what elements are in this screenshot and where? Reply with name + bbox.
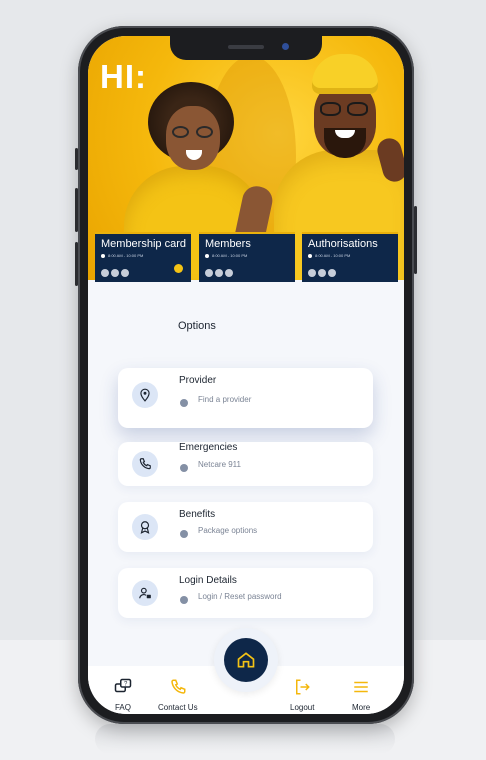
tile-meta: 8:00 AM - 10:00 PM bbox=[101, 253, 143, 258]
nav-faq[interactable]: ? FAQ bbox=[114, 678, 132, 712]
check-icon bbox=[174, 264, 183, 273]
bullet-icon bbox=[180, 399, 188, 407]
tile-title: Membership card bbox=[101, 238, 186, 250]
phone-frame: HI: Membership card 8:00 AM - 10:00 PM M… bbox=[75, 26, 417, 724]
option-title: Provider bbox=[179, 375, 217, 386]
option-subtitle: Login / Reset password bbox=[198, 592, 282, 601]
location-pin-icon bbox=[132, 382, 158, 408]
tile-dots bbox=[205, 264, 235, 282]
nav-faq-label: FAQ bbox=[114, 703, 131, 712]
mute-switch bbox=[75, 148, 78, 170]
phone-screen: HI: Membership card 8:00 AM - 10:00 PM M… bbox=[88, 36, 404, 714]
phone-icon bbox=[132, 451, 158, 477]
home-icon bbox=[237, 652, 255, 668]
person-left-face bbox=[166, 106, 220, 170]
phone-reflection bbox=[95, 724, 395, 754]
tile-authorisations[interactable]: Authorisations 8:00 AM - 10:00 PM bbox=[302, 232, 398, 282]
tile-dots bbox=[101, 264, 131, 282]
nav-more-label: More bbox=[352, 703, 371, 712]
option-subtitle: Package options bbox=[198, 526, 258, 535]
contact-phone-icon bbox=[171, 679, 186, 694]
tile-dots bbox=[308, 264, 338, 282]
tile-title: Members bbox=[205, 238, 251, 250]
nav-more[interactable]: More bbox=[352, 678, 370, 712]
option-login-details[interactable]: Login Details Login / Reset password bbox=[118, 568, 373, 618]
bullet-icon bbox=[180, 530, 188, 538]
option-subtitle: Find a provider bbox=[198, 395, 252, 404]
summary-tiles: Membership card 8:00 AM - 10:00 PM Membe… bbox=[88, 232, 404, 282]
power-button bbox=[414, 206, 417, 274]
nav-contact-label: Contact Us bbox=[158, 703, 198, 712]
volume-down-button bbox=[75, 242, 78, 286]
option-benefits[interactable]: Benefits Package options bbox=[118, 502, 373, 552]
notch bbox=[170, 36, 322, 60]
option-title: Login Details bbox=[179, 575, 237, 586]
volume-up-button bbox=[75, 188, 78, 232]
nav-logout-label: Logout bbox=[290, 703, 315, 712]
person-right-hat bbox=[312, 54, 378, 94]
badge-icon bbox=[132, 514, 158, 540]
bullet-icon bbox=[180, 464, 188, 472]
logout-icon bbox=[296, 679, 311, 695]
option-title: Emergencies bbox=[179, 442, 238, 453]
option-title: Benefits bbox=[179, 509, 216, 520]
tile-meta: 8:00 AM - 10:00 PM bbox=[308, 253, 350, 258]
front-camera bbox=[282, 43, 289, 50]
options-heading: Options bbox=[178, 320, 216, 332]
tile-meta: 8:00 AM - 10:00 PM bbox=[205, 253, 247, 258]
user-lock-icon bbox=[132, 580, 158, 606]
person-right-glasses bbox=[320, 102, 370, 116]
greeting-text: HI: bbox=[100, 58, 147, 95]
option-emergencies[interactable]: Emergencies Netcare 911 bbox=[118, 442, 373, 486]
speaker bbox=[228, 45, 264, 49]
person-left-glasses bbox=[172, 126, 216, 138]
faq-icon: ? bbox=[114, 678, 132, 693]
option-provider[interactable]: Provider Find a provider bbox=[118, 368, 373, 428]
menu-icon bbox=[354, 681, 368, 693]
nav-logout[interactable]: Logout bbox=[290, 678, 314, 712]
tile-members[interactable]: Members 8:00 AM - 10:00 PM bbox=[199, 232, 295, 282]
option-subtitle: Netcare 911 bbox=[198, 460, 241, 469]
home-button[interactable] bbox=[224, 638, 268, 682]
tile-title: Authorisations bbox=[308, 238, 378, 250]
nav-contact-us[interactable]: Contact Us bbox=[158, 678, 198, 712]
bullet-icon bbox=[180, 596, 188, 604]
tile-membership-card[interactable]: Membership card 8:00 AM - 10:00 PM bbox=[95, 232, 191, 282]
